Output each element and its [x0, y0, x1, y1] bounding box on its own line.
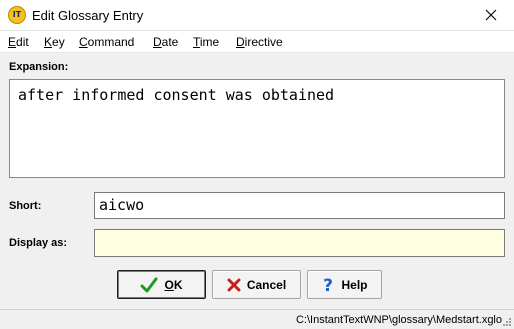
- ok-button[interactable]: OK: [117, 270, 206, 299]
- expansion-text: after informed consent was obtained: [18, 86, 335, 104]
- display-as-input[interactable]: [94, 229, 505, 257]
- menu-command-rest: ommand: [87, 35, 135, 49]
- menu-time-rest: ime: [199, 35, 220, 49]
- expansion-textarea[interactable]: after informed consent was obtained: [9, 79, 505, 178]
- menu-date[interactable]: Date: [153, 35, 178, 49]
- menu-directive-rest: irective: [244, 35, 283, 49]
- menu-command-accel: C: [79, 35, 88, 49]
- glossary-file-path: C:\InstantTextWNP\glossary\Medstart.xglo: [295, 314, 502, 326]
- menu-time-accel: T: [193, 35, 200, 49]
- menu-key-rest: ey: [52, 35, 65, 49]
- menu-directive[interactable]: Directive: [236, 35, 283, 49]
- close-button[interactable]: [468, 0, 514, 30]
- title-bar[interactable]: IT Edit Glossary Entry: [0, 0, 514, 31]
- menu-command[interactable]: Command: [79, 35, 134, 49]
- instanttext-app-icon: IT: [8, 6, 26, 24]
- cancel-button[interactable]: Cancel: [212, 270, 301, 299]
- menu-bar: Edit Key Command Date Time Directive: [0, 31, 514, 53]
- close-icon: [485, 9, 497, 21]
- menu-date-rest: ate: [161, 35, 179, 49]
- resize-grip-icon[interactable]: [502, 317, 512, 327]
- window-title: Edit Glossary Entry: [32, 8, 144, 23]
- menu-time[interactable]: Time: [193, 35, 219, 49]
- menu-date-accel: D: [153, 35, 162, 49]
- question-icon: ?: [324, 276, 334, 294]
- ok-label-rest: K: [173, 277, 183, 292]
- menu-directive-accel: D: [236, 35, 245, 49]
- checkmark-icon: [140, 277, 158, 292]
- ok-label: OK: [164, 278, 182, 292]
- ok-label-accel: O: [164, 277, 174, 292]
- x-icon: [227, 278, 241, 291]
- help-button[interactable]: ? Help: [307, 270, 382, 299]
- menu-edit[interactable]: Edit: [8, 35, 29, 49]
- cancel-label: Cancel: [246, 277, 287, 292]
- status-bar: C:\InstantTextWNP\glossary\Medstart.xglo: [0, 309, 514, 329]
- menu-key[interactable]: Key: [44, 35, 65, 49]
- app-icon-text: IT: [12, 10, 22, 19]
- menu-edit-accel: E: [8, 35, 17, 49]
- display-as-label: Display as:: [9, 237, 68, 249]
- short-label: Short:: [9, 200, 42, 212]
- help-label: Help: [341, 277, 368, 292]
- menu-key-accel: K: [44, 35, 53, 49]
- short-input[interactable]: aicwo: [94, 192, 505, 219]
- menu-edit-rest: dit: [16, 35, 29, 49]
- svg-text:?: ?: [324, 276, 334, 294]
- expansion-label: Expansion:: [9, 61, 69, 73]
